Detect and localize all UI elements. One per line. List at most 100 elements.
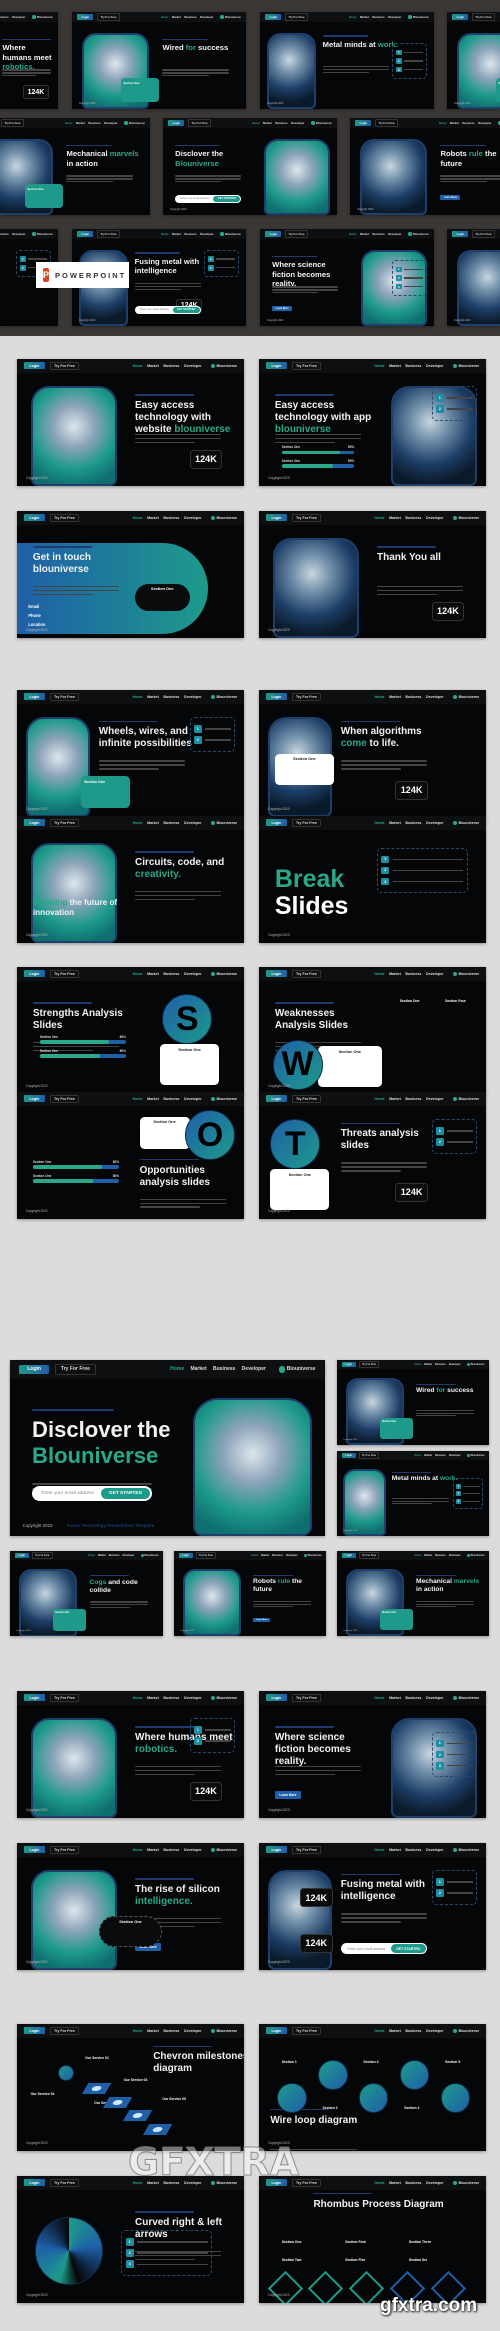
try-for-free-button[interactable]: Try For Free xyxy=(291,692,322,701)
nav-link-developer[interactable]: Developer xyxy=(426,364,444,368)
try-for-free-button[interactable]: Try For Free xyxy=(291,1845,322,1854)
nav-link-home[interactable]: Home xyxy=(374,821,384,825)
nav-link-developer[interactable]: Developer xyxy=(184,821,202,825)
nav-link-developer[interactable]: Developer xyxy=(184,364,202,368)
email-input-placeholder[interactable]: Enter your email address xyxy=(180,197,213,200)
nav-link-home[interactable]: Home xyxy=(161,15,169,19)
slide-5[interactable]: Login Try For Free Home Market Business Devel… xyxy=(163,118,337,215)
learn-more-button[interactable]: Learn More xyxy=(253,1617,271,1623)
nav-link-business[interactable]: Business xyxy=(372,15,384,19)
nav-link-developer[interactable]: Developer xyxy=(184,1097,202,1101)
nav-link-business[interactable]: Business xyxy=(163,364,179,368)
nav-link-developer[interactable]: Developer xyxy=(184,516,202,520)
nav-link-home[interactable]: Home xyxy=(374,1848,384,1852)
nav-link-home[interactable]: Home xyxy=(65,121,73,125)
login-button[interactable]: Login xyxy=(19,1364,49,1375)
login-button[interactable]: Login xyxy=(23,1694,46,1702)
try-for-free-button[interactable]: Try For Free xyxy=(291,818,322,827)
try-for-free-button[interactable]: Try For Free xyxy=(49,818,80,827)
nav-link-market[interactable]: Market xyxy=(389,1097,401,1101)
slide-0[interactable]: LoginTry For FreeHomeMarketBusinessDevel… xyxy=(0,12,58,109)
nav-link-business[interactable]: Business xyxy=(163,2029,179,2033)
try-for-free-button[interactable]: Try For Free xyxy=(49,1845,80,1854)
nav-link-home[interactable]: Home xyxy=(374,2181,384,2185)
login-button[interactable]: Login xyxy=(265,1846,288,1854)
login-button[interactable]: Login xyxy=(23,362,46,370)
slide-10[interactable]: LoginTry For FreeHomeMarketBusinessDevel… xyxy=(447,229,500,326)
slide-4[interactable]: LoginTry For FreeHomeMarketBusinessDevel… xyxy=(0,118,150,215)
nav-link-developer[interactable]: Developer xyxy=(449,1363,461,1366)
login-button[interactable]: Login xyxy=(23,514,46,522)
nav-link-business[interactable]: Business xyxy=(405,1097,421,1101)
nav-link-home[interactable]: Home xyxy=(439,121,447,125)
nav-link-home[interactable]: Home xyxy=(414,1454,421,1457)
get-started-button[interactable]: GET STARTED xyxy=(213,195,241,203)
nav-link-business[interactable]: Business xyxy=(184,232,196,236)
nav-link-developer[interactable]: Developer xyxy=(184,695,202,699)
nav-link-business[interactable]: Business xyxy=(163,972,179,976)
nav-link-business[interactable]: Business xyxy=(109,1554,120,1557)
nav-link-market[interactable]: Market xyxy=(172,232,181,236)
try-for-free-button[interactable]: Try For Free xyxy=(49,692,80,701)
nav-link-developer[interactable]: Developer xyxy=(426,1848,444,1852)
nav-link-market[interactable]: Market xyxy=(98,1554,106,1557)
slide-12[interactable]: Login Try For Free Home Market Business Devel… xyxy=(259,359,486,486)
nav-link-developer[interactable]: Developer xyxy=(286,1554,298,1557)
nav-link-market[interactable]: Market xyxy=(360,15,369,19)
nav-link-home[interactable]: Home xyxy=(349,232,357,236)
login-button[interactable]: Login xyxy=(355,120,372,127)
nav-link-developer[interactable]: Developer xyxy=(426,516,444,520)
nav-link-business[interactable]: Business xyxy=(405,364,421,368)
nav-link-developer[interactable]: Developer xyxy=(184,1848,202,1852)
nav-link-market[interactable]: Market xyxy=(172,15,181,19)
email-input-placeholder[interactable]: Enter your email address xyxy=(348,1947,391,1951)
email-signup-bar[interactable]: Enter your email address GET STARTED xyxy=(340,1942,427,1955)
nav-link-business[interactable]: Business xyxy=(405,1848,421,1852)
try-for-free-button[interactable]: Try For Free xyxy=(471,230,496,239)
try-for-free-button[interactable]: Try For Free xyxy=(284,13,309,22)
slide-26[interactable]: Login Try For Free Home Market Business Devel… xyxy=(10,1551,163,1636)
nav-link-home[interactable]: Home xyxy=(132,821,142,825)
email-signup-bar[interactable]: Enter your email address GET STARTED xyxy=(32,1486,152,1502)
login-button[interactable]: Login xyxy=(168,120,185,127)
slide-36[interactable]: Login Try For Free Home Market Business Devel… xyxy=(259,2176,486,2303)
email-input-placeholder[interactable]: Enter your email address xyxy=(41,1491,101,1496)
slide-25[interactable]: Login Try For Free Home Market Business Devel… xyxy=(337,1451,489,1536)
nav-link-home[interactable]: Home xyxy=(374,695,384,699)
try-for-free-button[interactable]: Try For Free xyxy=(55,1363,96,1375)
slide-21[interactable]: Login Try For Free Home Market Business Devel… xyxy=(17,1092,244,1219)
nav-link-business[interactable]: Business xyxy=(435,1454,446,1457)
nav-link-business[interactable]: Business xyxy=(213,1366,235,1372)
slide-30[interactable]: Login Try For Free Home Market Business Devel… xyxy=(259,1691,486,1818)
try-for-free-button[interactable]: Try For Free xyxy=(374,119,399,128)
nav-link-business[interactable]: Business xyxy=(435,1554,446,1557)
try-for-free-button[interactable]: Try For Free xyxy=(358,1552,380,1559)
nav-link-business[interactable]: Business xyxy=(435,1363,446,1366)
slide-27[interactable]: Login Try For Free Home Market Business Devel… xyxy=(174,1551,326,1636)
nav-link-home[interactable]: Home xyxy=(132,695,142,699)
try-for-free-button[interactable]: Try For Free xyxy=(358,1361,380,1368)
login-button[interactable]: Login xyxy=(77,14,94,21)
nav-link-developer[interactable]: Developer xyxy=(184,1696,202,1700)
nav-link-market[interactable]: Market xyxy=(389,364,401,368)
login-button[interactable]: Login xyxy=(23,1846,46,1854)
nav-link-developer[interactable]: Developer xyxy=(426,2029,444,2033)
try-for-free-button[interactable]: Try For Free xyxy=(0,119,25,128)
try-for-free-button[interactable]: Try For Free xyxy=(358,1452,380,1459)
nav-link-developer[interactable]: Developer xyxy=(200,15,213,19)
slide-19[interactable]: Login Try For Free Home Market Business Devel… xyxy=(17,967,244,1094)
nav-link-developer[interactable]: Developer xyxy=(184,2029,202,2033)
nav-link-business[interactable]: Business xyxy=(184,15,196,19)
slide-23[interactable]: Login Try For Free Home Market Business Devel… xyxy=(10,1360,325,1536)
nav-link-home[interactable]: Home xyxy=(132,1097,142,1101)
nav-link-home[interactable]: Home xyxy=(132,516,142,520)
nav-link-market[interactable]: Market xyxy=(190,1366,206,1372)
nav-link-market[interactable]: Market xyxy=(147,1097,159,1101)
nav-link-home[interactable]: Home xyxy=(88,1554,95,1557)
learn-more-button[interactable]: Learn More xyxy=(274,1790,301,1799)
login-button[interactable]: Login xyxy=(23,970,46,978)
nav-link-developer[interactable]: Developer xyxy=(388,15,401,19)
try-for-free-button[interactable]: Try For Free xyxy=(291,1693,322,1702)
slide-20[interactable]: Login Try For Free Home Market Business Devel… xyxy=(259,967,486,1094)
login-button[interactable]: Login xyxy=(341,1453,356,1458)
